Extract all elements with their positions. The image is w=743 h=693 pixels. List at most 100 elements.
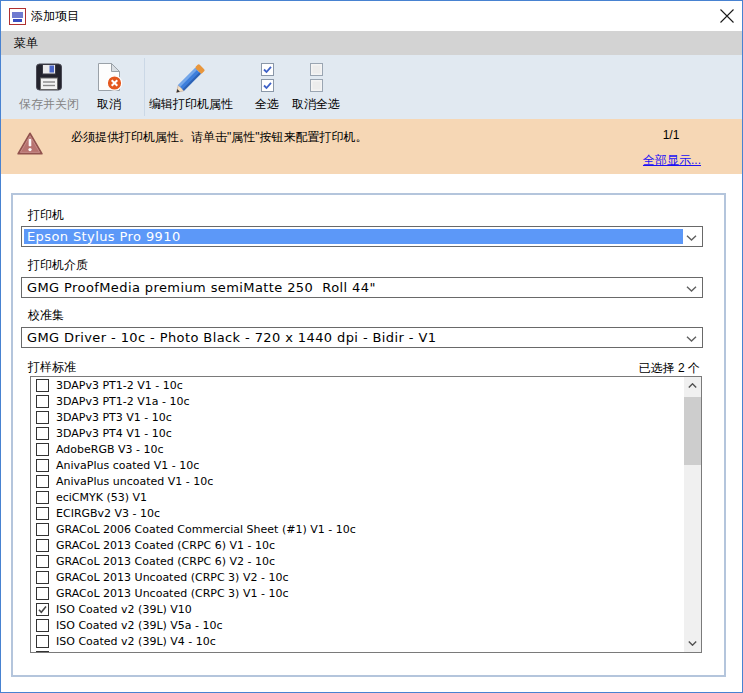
checkbox-unchecked[interactable]	[36, 619, 49, 632]
checkbox-unchecked[interactable]	[36, 507, 49, 520]
toolbar-button-cancel[interactable]: 取消	[89, 57, 129, 117]
standard-row[interactable]: AnivaPlus coated V1 - 10c	[31, 457, 684, 473]
standard-row[interactable]: GRACoL 2013 Coated (CRPC 6) V2 - 10c	[31, 553, 684, 569]
warning-banner: 必须提供打印机属性。请单击"属性"按钮来配置打印机。 1/1 全部显示...	[1, 119, 742, 174]
standard-row[interactable]: ECIRGBv2 V3 - 10c	[31, 505, 684, 521]
standard-row-label: AnivaPlus coated V1 - 10c	[56, 459, 199, 472]
standards-label: 打样标准	[28, 360, 76, 374]
toolbar-button-label: 取消全选	[292, 97, 340, 111]
standard-row[interactable]: GRACoL 2013 Uncoated (CRPC 3) V2 - 10c	[31, 569, 684, 585]
printer-label: 打印机	[28, 208, 64, 222]
form-panel: 打印机 Epson Stylus Pro 9910 打印机介质 GMG Proo…	[11, 193, 726, 677]
standard-row[interactable]: GRACoL 2013 Uncoated (CRPC 3) V1 - 10c	[31, 585, 684, 601]
media-label: 打印机介质	[28, 258, 88, 272]
chevron-down-icon	[688, 641, 697, 646]
toolbar-button-label: 取消	[97, 97, 121, 111]
standard-row[interactable]: AnivaPlus uncoated V1 - 10c	[31, 473, 684, 489]
toolbar-button-label: 编辑打印机属性	[149, 97, 233, 111]
standard-row-label: ISO Coated v2 (39L) V5a - 10c	[56, 619, 223, 632]
floppy-disk-icon	[35, 57, 63, 97]
standard-row-label: 3DAPv3 PT3 V1 - 10c	[56, 411, 172, 424]
chevron-up-icon	[688, 383, 697, 388]
checkbox-unchecked[interactable]	[36, 651, 49, 653]
toolbar-button-save-and-close[interactable]: 保存并关闭	[15, 57, 83, 117]
toolbar-button-label: 全选	[255, 97, 279, 111]
selected-count: 已选择 2 个	[639, 360, 700, 377]
calibration-combobox[interactable]: GMG Driver - 10c - Photo Black - 720 x 1…	[21, 327, 703, 348]
pencil-icon	[172, 57, 210, 97]
checkboxes-checked-icon	[261, 57, 274, 97]
standard-row-label: ECIRGBv2 V3 - 10c	[56, 507, 160, 520]
printer-combobox[interactable]: Epson Stylus Pro 9910	[21, 226, 703, 247]
checkbox-unchecked[interactable]	[36, 395, 49, 408]
warning-icon	[17, 131, 43, 156]
standard-row[interactable]: ISO Coated v2 (39L) V10	[31, 601, 684, 617]
checkbox-unchecked[interactable]	[36, 587, 49, 600]
standard-row[interactable]: eciCMYK (53) V1	[31, 489, 684, 505]
standard-row[interactable]: GRACoL 2013 Coated (CRPC 6) V1 - 10c	[31, 537, 684, 553]
checkbox-checked[interactable]	[36, 603, 49, 616]
calibration-combobox-value: GMG Driver - 10c - Photo Black - 720 x 1…	[27, 330, 682, 345]
standard-row-label: ISO Coated v2 (39L) V10	[56, 603, 192, 616]
window-title: 添加项目	[31, 1, 79, 31]
menu-bar: 菜单	[1, 31, 742, 55]
standard-row-label: eciCMYK (53) V1	[56, 491, 147, 504]
checkboxes-unchecked-icon	[310, 57, 323, 97]
checkbox-unchecked[interactable]	[36, 427, 49, 440]
standard-row-label: 3DAPv3 PT1-2 V1 - 10c	[56, 379, 183, 392]
scroll-down-button[interactable]	[684, 635, 701, 652]
standard-row[interactable]: 3DAPv3 PT1-2 V1 - 10c	[31, 377, 684, 393]
checkbox-unchecked[interactable]	[36, 411, 49, 424]
scroll-up-button[interactable]	[684, 377, 701, 394]
chevron-down-icon	[686, 286, 697, 292]
standard-row[interactable]: 3DAPv3 PT4 V1 - 10c	[31, 425, 684, 441]
vertical-scrollbar[interactable]	[684, 377, 701, 652]
checkbox-unchecked[interactable]	[36, 491, 49, 504]
standard-row-label: GRACoL 2013 Uncoated (CRPC 3) V1 - 10c	[56, 587, 288, 600]
checkbox-unchecked[interactable]	[36, 379, 49, 392]
toolbar-button-label: 保存并关闭	[19, 97, 79, 111]
checkbox-unchecked[interactable]	[36, 475, 49, 488]
toolbar-button-select-all[interactable]: 全选	[247, 57, 287, 117]
media-combobox[interactable]: GMG ProofMedia premium semiMatte 250 Rol…	[21, 277, 703, 298]
standards-listbox: 3DAPv3 PT1-2 V1 - 10c 3DAPv3 PT1-2 V1a - …	[30, 376, 702, 653]
checkmark-icon	[37, 604, 48, 615]
standard-row[interactable]: AdobeRGB V3 - 10c	[31, 441, 684, 457]
media-combobox-value: GMG ProofMedia premium semiMatte 250 Rol…	[27, 280, 682, 295]
standard-row[interactable]: ISO Coated v2 (39L) V5a - 10c	[31, 617, 684, 633]
checkbox-unchecked[interactable]	[36, 523, 49, 536]
calibration-label: 校准集	[28, 308, 64, 322]
checkbox-unchecked[interactable]	[36, 571, 49, 584]
show-all-link[interactable]: 全部显示...	[643, 152, 701, 169]
scrollbar-thumb[interactable]	[684, 397, 701, 465]
chevron-down-icon	[686, 336, 697, 342]
checkbox-unchecked[interactable]	[36, 555, 49, 568]
app-icon	[9, 8, 26, 25]
standard-row[interactable]: 3DAPv3 PT3 V1 - 10c	[31, 409, 684, 425]
standard-row[interactable]: GRACoL 2006 Coated Commercial Sheet (#1)…	[31, 521, 684, 537]
checkbox-unchecked[interactable]	[36, 459, 49, 472]
checkbox-unchecked[interactable]	[36, 635, 49, 648]
add-item-dialog: 添加项目 菜单 保存并关闭 取消 编辑打印机属性 全选取消全选 必须提供打印机属性。请…	[0, 0, 743, 693]
menu-item-menu[interactable]: 菜单	[14, 31, 38, 55]
standard-row-label: GRACoL 2013 Coated (CRPC 6) V1 - 10c	[56, 539, 275, 552]
standard-row[interactable]	[31, 649, 684, 652]
standard-row-label: GRACoL 2013 Coated (CRPC 6) V2 - 10c	[56, 555, 275, 568]
toolbar-button-deselect-all[interactable]: 取消全选	[292, 57, 340, 117]
toolbar: 保存并关闭 取消 编辑打印机属性 全选取消全选	[1, 55, 742, 119]
title-bar: 添加项目	[1, 1, 742, 31]
standard-row-label: AnivaPlus uncoated V1 - 10c	[56, 475, 213, 488]
printer-combobox-value: Epson Stylus Pro 9910	[24, 229, 683, 244]
checkbox-unchecked[interactable]	[36, 443, 49, 456]
standard-row[interactable]: 3DAPv3 PT1-2 V1a - 10c	[31, 393, 684, 409]
standard-row-label: 3DAPv3 PT1-2 V1a - 10c	[56, 395, 190, 408]
standard-row[interactable]: ISO Coated v2 (39L) V4 - 10c	[31, 633, 684, 649]
standard-row-label: ISO Coated v2 (39L) V4 - 10c	[56, 635, 216, 648]
close-icon	[719, 8, 735, 24]
standard-row-label: AdobeRGB V3 - 10c	[56, 443, 164, 456]
chevron-down-icon	[686, 235, 697, 241]
checkbox-unchecked[interactable]	[36, 539, 49, 552]
toolbar-button-edit-printer-properties[interactable]: 编辑打印机属性	[147, 57, 235, 117]
close-button[interactable]	[713, 1, 741, 31]
standards-list: 3DAPv3 PT1-2 V1 - 10c 3DAPv3 PT1-2 V1a - …	[31, 377, 684, 652]
